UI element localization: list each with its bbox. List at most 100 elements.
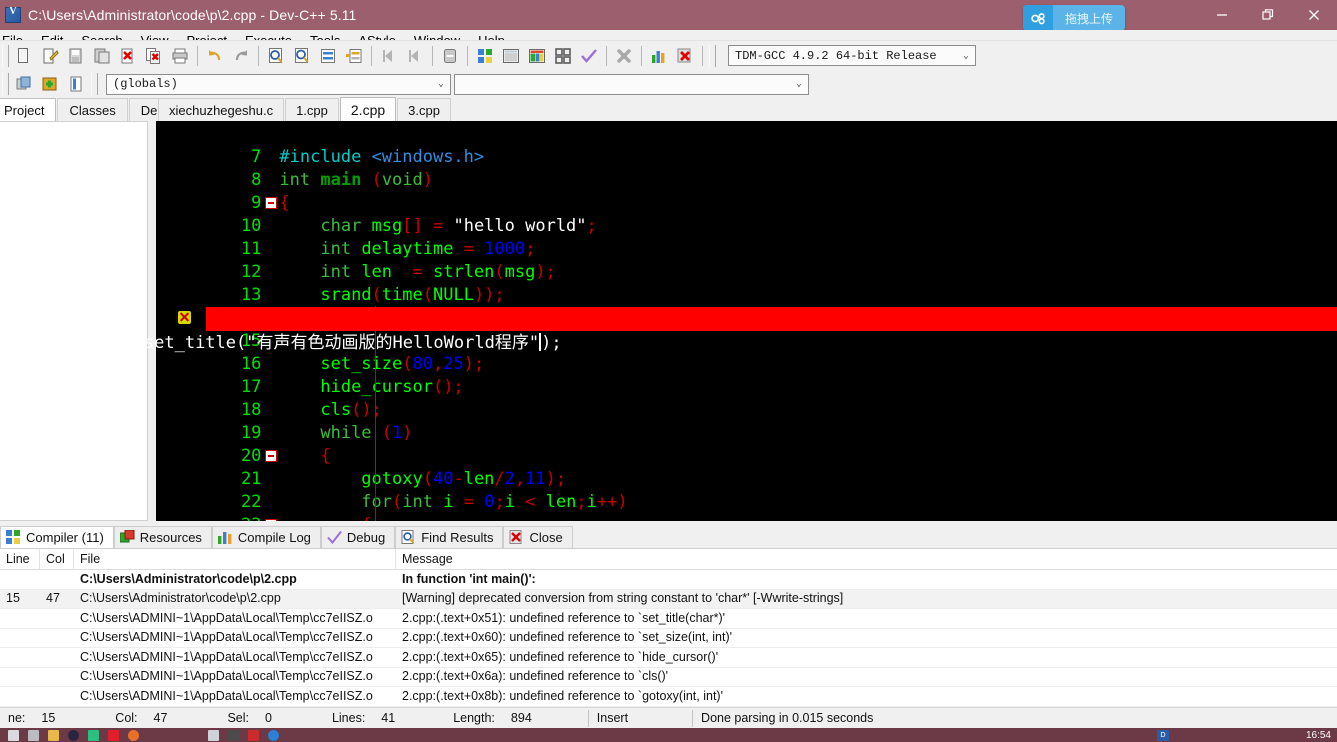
tab-find-results[interactable]: Find Results bbox=[395, 526, 504, 548]
app-icon-7[interactable] bbox=[268, 729, 279, 741]
compile-run-icon[interactable] bbox=[524, 43, 550, 69]
cell-message: [Warning] deprecated conversion from str… bbox=[402, 591, 844, 605]
minimize-button[interactable] bbox=[1199, 0, 1245, 30]
save-all-icon[interactable] bbox=[89, 43, 115, 69]
column-header-line[interactable]: Line bbox=[0, 548, 40, 570]
taskbar-clock[interactable]: 16:54 bbox=[1306, 730, 1331, 741]
table-row[interactable]: 15 47 C:\Users\Administrator\code\p\2.cp… bbox=[0, 589, 1337, 609]
cell-line bbox=[0, 687, 40, 707]
close-all-icon[interactable] bbox=[141, 43, 167, 69]
tab-compile-log[interactable]: Compile Log bbox=[211, 526, 321, 548]
table-row[interactable]: C:\Users\ADMINI~1\AppData\Local\Temp\cc7… bbox=[0, 648, 1337, 668]
cell-file: C:\Users\Administrator\code\p\2.cpp bbox=[80, 591, 281, 605]
drag-upload-overlay[interactable]: 拖拽上传 bbox=[1023, 5, 1125, 31]
back-icon[interactable] bbox=[376, 43, 402, 69]
column-header-col[interactable]: Col bbox=[40, 548, 74, 570]
table-row[interactable]: C:\Users\Administrator\code\p\2.cpp In f… bbox=[0, 570, 1337, 590]
app-icon-3[interactable] bbox=[108, 729, 119, 741]
toolbar-separator bbox=[641, 45, 642, 66]
toolbar-grip-2[interactable] bbox=[2, 73, 9, 95]
stop-execution-icon[interactable] bbox=[611, 43, 637, 69]
table-row[interactable]: C:\Users\ADMINI~1\AppData\Local\Temp\cc7… bbox=[0, 668, 1337, 687]
chevron-down-icon: ⌄ bbox=[963, 50, 969, 61]
tab-1-cpp[interactable]: 1.cpp bbox=[285, 98, 339, 121]
rebuild-all-icon[interactable] bbox=[550, 43, 576, 69]
goto-function-icon[interactable] bbox=[341, 43, 367, 69]
code-line: 21 gotoxy(40-len/2,11); bbox=[156, 445, 1337, 489]
task-view-icon[interactable] bbox=[28, 729, 39, 741]
error-line-text: set_title("有声有色动画版的HelloWorld程序"); bbox=[102, 333, 562, 353]
file-explorer-icon[interactable] bbox=[48, 729, 59, 741]
tab-resources[interactable]: Resources bbox=[113, 526, 212, 548]
functions-select[interactable]: ⌄ bbox=[454, 73, 809, 95]
tab-close-panel-label: Close bbox=[529, 530, 563, 545]
code-line: 19 while (1) bbox=[156, 399, 1337, 443]
new-file-icon[interactable] bbox=[11, 43, 37, 69]
toolbar-grip[interactable] bbox=[2, 44, 9, 67]
globals-combo-grip[interactable] bbox=[91, 73, 98, 95]
tab-2-cpp[interactable]: 2.cpp bbox=[339, 97, 397, 121]
goto-class-icon[interactable] bbox=[63, 71, 89, 97]
table-row[interactable]: C:\Users\ADMINI~1\AppData\Local\Temp\cc7… bbox=[0, 609, 1337, 629]
cell-message: 2.cpp:(.text+0x65): undefined reference … bbox=[402, 649, 719, 664]
chrome-icon[interactable] bbox=[128, 729, 139, 741]
tab-debug-panel[interactable]: Debug bbox=[320, 526, 396, 548]
app-icon-5[interactable] bbox=[228, 729, 239, 741]
cell-file: C:\Users\ADMINI~1\AppData\Local\Temp\cc7… bbox=[80, 669, 373, 683]
column-header-message[interactable]: Message bbox=[396, 549, 1337, 570]
start-icon[interactable] bbox=[8, 729, 19, 741]
insert-icon[interactable] bbox=[11, 71, 37, 97]
tab-classes[interactable]: Classes bbox=[57, 98, 128, 121]
globals-select[interactable]: (globals) ⌄ bbox=[106, 73, 451, 95]
forward-icon[interactable] bbox=[402, 43, 428, 69]
drag-upload-label: 拖拽上传 bbox=[1064, 11, 1113, 26]
open-file-icon[interactable] bbox=[37, 43, 63, 69]
syntax-check-icon[interactable] bbox=[576, 43, 602, 69]
cell-line bbox=[0, 570, 40, 590]
tab-3-cpp[interactable]: 3.cpp bbox=[397, 98, 451, 121]
close-button[interactable] bbox=[1291, 0, 1337, 30]
compiler-icon bbox=[6, 530, 21, 545]
class-toolbar: (globals) ⌄ ⌄ bbox=[0, 70, 1337, 98]
undo-icon[interactable] bbox=[202, 43, 228, 69]
run-icon[interactable] bbox=[498, 43, 524, 69]
table-row[interactable]: C:\Users\ADMINI~1\AppData\Local\Temp\cc7… bbox=[0, 687, 1337, 707]
cell-col bbox=[40, 570, 74, 590]
editor-file-tabs: xiechuzhegeshu.c 1.cpp 2.cpp 3.cpp bbox=[158, 97, 452, 121]
app-icon-4[interactable] bbox=[208, 729, 219, 741]
cell-col bbox=[40, 628, 74, 648]
toggle-icon[interactable] bbox=[37, 71, 63, 97]
redo-icon[interactable] bbox=[228, 43, 254, 69]
resources-icon bbox=[119, 529, 135, 545]
compiler-combo-grip[interactable] bbox=[709, 44, 716, 67]
code-line: 18 cls(); bbox=[156, 376, 1337, 420]
table-row[interactable]: C:\Users\ADMINI~1\AppData\Local\Temp\cc7… bbox=[0, 628, 1337, 648]
cell-message: In function 'int main()': bbox=[402, 571, 536, 586]
app-icon-6[interactable] bbox=[248, 729, 259, 741]
close-file-icon[interactable] bbox=[115, 43, 141, 69]
compiler-messages-panel[interactable]: Line Col File Message C:\Users\Administr… bbox=[0, 548, 1337, 707]
tab-compiler[interactable]: Compiler (11) bbox=[0, 526, 114, 548]
tab-project[interactable]: Project bbox=[0, 98, 57, 121]
save-icon[interactable] bbox=[63, 43, 89, 69]
goto-line-icon[interactable] bbox=[315, 43, 341, 69]
toggle-breakpoint-icon[interactable] bbox=[437, 43, 463, 69]
tab-xiechuzhegeshu-c[interactable]: xiechuzhegeshu.c bbox=[158, 98, 285, 121]
column-header-file[interactable]: File bbox=[74, 548, 396, 570]
maximize-restore-button[interactable] bbox=[1245, 0, 1291, 30]
cell-col bbox=[40, 609, 74, 629]
app-icon bbox=[5, 6, 21, 23]
compile-icon[interactable] bbox=[472, 43, 498, 69]
tab-close-panel[interactable]: Close bbox=[503, 526, 573, 548]
find-icon[interactable] bbox=[263, 43, 289, 69]
print-icon[interactable] bbox=[167, 43, 193, 69]
profile-icon[interactable] bbox=[646, 43, 672, 69]
find-replace-icon[interactable] bbox=[289, 43, 315, 69]
delete-profile-icon[interactable] bbox=[672, 43, 698, 69]
app-icon-1[interactable] bbox=[68, 729, 79, 741]
compiler-select[interactable]: TDM-GCC 4.9.2 64-bit Release ⌄ bbox=[728, 45, 976, 66]
cell-line: 15 bbox=[6, 591, 20, 605]
toolbar-separator bbox=[467, 45, 468, 66]
devcpp-icon[interactable]: D bbox=[1157, 729, 1169, 741]
app-icon-2[interactable] bbox=[88, 729, 99, 741]
